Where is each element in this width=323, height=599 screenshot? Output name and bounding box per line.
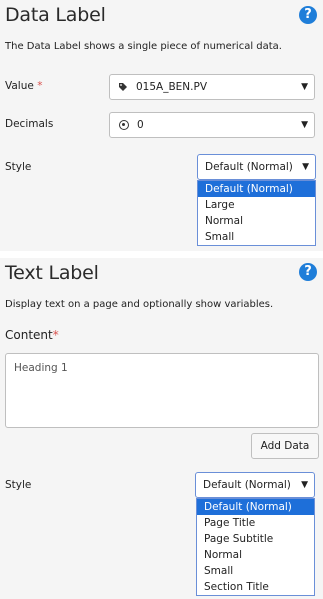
text-label-style-select[interactable]: Default (Normal) ▼ — [195, 472, 315, 498]
dropdown-option[interactable]: Small — [198, 229, 315, 245]
dropdown-option[interactable]: Page Title — [197, 515, 314, 531]
chevron-down-icon: ▼ — [302, 162, 309, 172]
dropdown-option[interactable]: Normal — [198, 213, 315, 229]
text-label-title: Text Label — [5, 262, 99, 284]
data-label-style-dropdown: Default (Normal) Large Normal Small — [197, 180, 316, 246]
chevron-down-icon: ▼ — [301, 82, 308, 92]
dropdown-option[interactable]: Section Title — [197, 579, 314, 595]
text-label-description: Display text on a page and optionally sh… — [5, 299, 274, 310]
required-mark: * — [52, 328, 59, 342]
text-label-style-label: Style — [5, 479, 32, 491]
required-mark: * — [37, 80, 43, 92]
dropdown-option[interactable]: Normal — [197, 547, 314, 563]
content-textarea[interactable]: Heading 1 — [5, 353, 319, 428]
text-label-style-dropdown: Default (Normal) Page Title Page Subtitl… — [196, 498, 315, 596]
value-select-text: 015A_BEN.PV — [136, 81, 208, 93]
dropdown-option[interactable]: Large — [198, 197, 315, 213]
help-icon[interactable]: ? — [299, 263, 317, 281]
add-data-button[interactable]: Add Data — [251, 433, 319, 459]
data-label-style-label: Style — [5, 161, 32, 173]
decimals-label: Decimals — [5, 118, 54, 130]
value-select[interactable]: 015A_BEN.PV ▼ — [109, 74, 315, 100]
text-label-style-select-text: Default (Normal) — [203, 479, 291, 491]
dropdown-option[interactable]: Default (Normal) — [198, 181, 315, 197]
data-label-style-select-text: Default (Normal) — [205, 161, 293, 173]
content-label: Content* — [5, 328, 59, 342]
dropdown-option[interactable]: Default (Normal) — [197, 499, 314, 515]
radio-dot-icon — [119, 120, 129, 130]
data-label-title: Data Label — [5, 4, 106, 26]
decimals-select[interactable]: 0 ▼ — [109, 112, 315, 138]
dropdown-option[interactable]: Page Subtitle — [197, 531, 314, 547]
dropdown-option[interactable]: Small — [197, 563, 314, 579]
data-label-style-select[interactable]: Default (Normal) ▼ — [197, 154, 316, 180]
value-label: Value * — [5, 80, 43, 92]
help-icon[interactable]: ? — [299, 6, 317, 24]
content-textarea-text: Heading 1 — [14, 362, 68, 374]
data-label-description: The Data Label shows a single piece of n… — [5, 41, 282, 52]
chevron-down-icon: ▼ — [301, 120, 308, 130]
tag-icon — [119, 83, 127, 91]
chevron-down-icon: ▼ — [301, 480, 308, 490]
decimals-select-text: 0 — [137, 119, 144, 131]
